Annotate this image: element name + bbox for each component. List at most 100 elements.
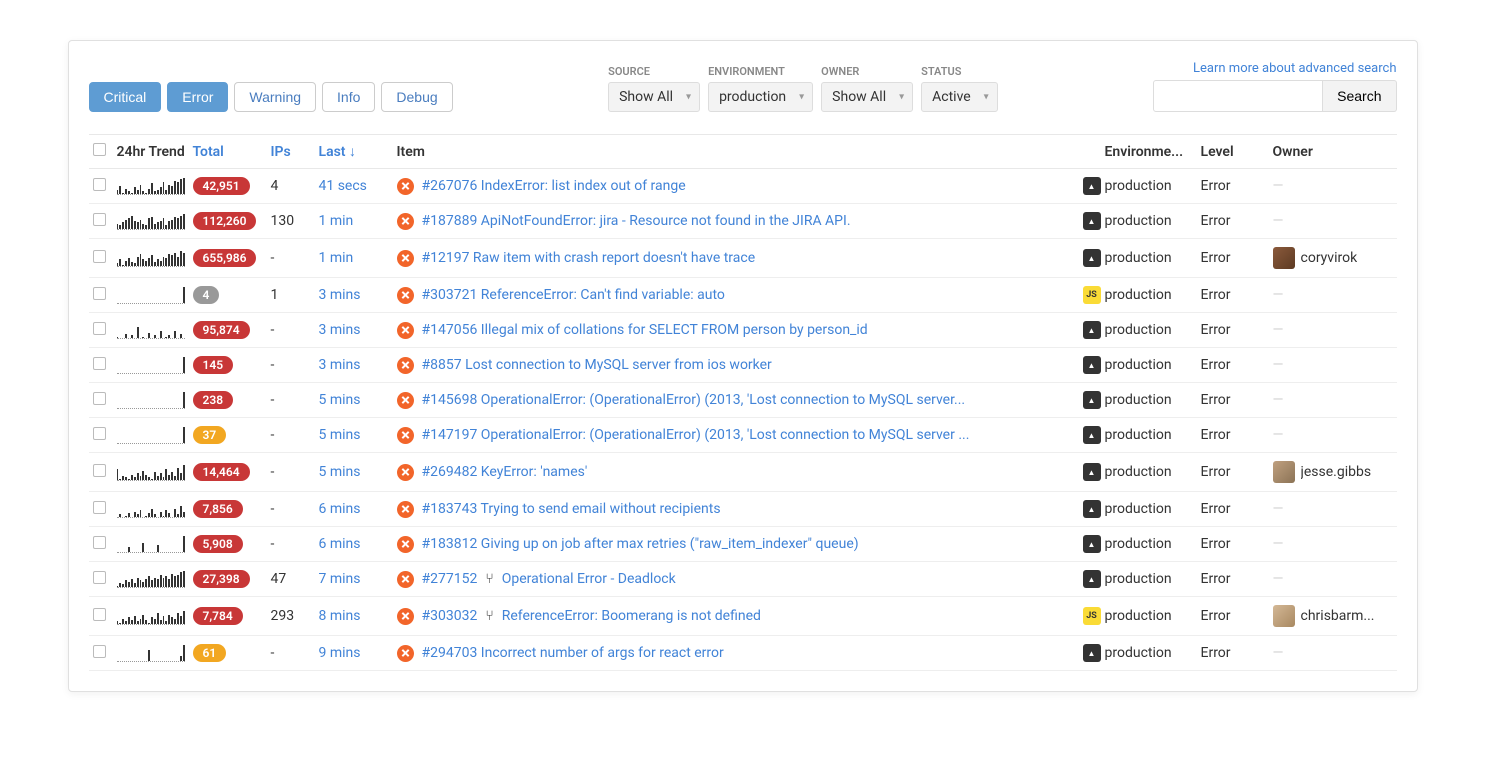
environment-value: production [1105, 608, 1201, 624]
total-badge: 42,951 [193, 177, 250, 195]
error-icon [397, 501, 414, 518]
error-icon [397, 536, 414, 553]
row-checkbox[interactable] [93, 501, 106, 514]
sparkline [117, 321, 185, 339]
owner-cell: — [1273, 571, 1393, 587]
last-seen-link[interactable]: 3 mins [319, 287, 387, 303]
dropdown-filters: SOURCE Show All ENVIRONMENT production O… [608, 65, 998, 112]
last-seen-link[interactable]: 6 mins [319, 501, 387, 517]
last-seen-link[interactable]: 5 mins [319, 464, 387, 480]
error-list-panel: Critical Error Warning Info Debug SOURCE… [68, 40, 1418, 692]
item-id[interactable]: #277152 [422, 571, 478, 587]
no-owner: — [1273, 392, 1284, 408]
search-input[interactable] [1153, 80, 1323, 112]
search-row: Search [1153, 80, 1396, 112]
last-seen-link[interactable]: 3 mins [319, 322, 387, 338]
row-checkbox[interactable] [93, 287, 106, 300]
row-checkbox[interactable] [93, 571, 106, 584]
ips-value: 47 [271, 571, 319, 587]
total-badge: 655,986 [193, 249, 257, 267]
javascript-icon: JS [1083, 286, 1101, 304]
table-row: 61-9 mins#294703 Incorrect number of arg… [89, 636, 1397, 671]
ips-value: 4 [271, 178, 319, 194]
col-ips[interactable]: IPs [271, 144, 319, 160]
no-owner: — [1273, 501, 1284, 517]
filter-warning[interactable]: Warning [234, 82, 316, 112]
ips-value: 293 [271, 608, 319, 624]
col-total[interactable]: Total [193, 144, 271, 160]
col-last[interactable]: Last ↓ [319, 143, 387, 160]
row-checkbox[interactable] [93, 322, 106, 335]
row-checkbox[interactable] [93, 250, 106, 263]
error-icon [397, 392, 414, 409]
last-seen-link[interactable]: 1 min [319, 250, 387, 266]
environment-value: production [1105, 464, 1201, 480]
row-checkbox[interactable] [93, 645, 106, 658]
environment-value: production [1105, 645, 1201, 661]
item-title-link[interactable]: #12197 Raw item with crash report doesn'… [422, 250, 756, 266]
sparkline [117, 535, 185, 553]
filter-debug[interactable]: Debug [381, 82, 452, 112]
filter-error[interactable]: Error [167, 82, 228, 112]
filter-critical[interactable]: Critical [89, 82, 162, 112]
search-area: Learn more about advanced search Search [1153, 61, 1396, 112]
table-row: 42,951 441 secs #267076 IndexError: list i… [89, 169, 1397, 204]
status-dropdown[interactable]: Active [921, 82, 998, 112]
environment-value: production [1105, 287, 1201, 303]
last-seen-link[interactable]: 6 mins [319, 536, 387, 552]
item-title-link[interactable]: #183743 Trying to send email without rec… [422, 501, 721, 517]
row-checkbox[interactable] [93, 536, 106, 549]
owner-cell: — [1273, 178, 1393, 194]
item-id[interactable]: #303032 [422, 608, 478, 624]
item-title-link[interactable]: Operational Error - Deadlock [502, 571, 676, 587]
item-title-link[interactable]: #267076 IndexError: list index out of ra… [422, 178, 686, 194]
no-owner: — [1273, 178, 1284, 194]
item-title-link[interactable]: #145698 OperationalError: (OperationalEr… [422, 392, 966, 408]
filter-info[interactable]: Info [322, 82, 375, 112]
owner-cell: jesse.gibbs [1273, 461, 1393, 483]
ips-value: - [271, 392, 319, 408]
owner-cell: — [1273, 501, 1393, 517]
item-title-link[interactable]: #147056 Illegal mix of collations for SE… [422, 322, 868, 338]
item-title-link[interactable]: #187889 ApiNotFoundError: jira - Resourc… [422, 213, 851, 229]
row-checkbox[interactable] [93, 608, 106, 621]
col-item: Item [387, 144, 1079, 160]
row-checkbox[interactable] [93, 178, 106, 191]
advanced-search-link[interactable]: Learn more about advanced search [1193, 61, 1396, 76]
item-title-link[interactable]: #269482 KeyError: 'names' [422, 464, 588, 480]
no-owner: — [1273, 213, 1284, 229]
last-seen-link[interactable]: 3 mins [319, 357, 387, 373]
last-seen-link[interactable]: 8 mins [319, 608, 387, 624]
row-checkbox[interactable] [93, 464, 106, 477]
owner-cell: — [1273, 427, 1393, 443]
merge-icon: ⑂ [485, 571, 493, 587]
sparkline [117, 570, 185, 588]
item-title-link[interactable]: #147197 OperationalError: (OperationalEr… [422, 427, 970, 443]
sparkline [117, 249, 185, 267]
last-seen-link[interactable]: 5 mins [319, 427, 387, 443]
item-title-link[interactable]: #303721 ReferenceError: Can't find varia… [422, 287, 725, 303]
last-seen-link[interactable]: 9 mins [319, 645, 387, 661]
row-checkbox[interactable] [93, 213, 106, 226]
environment-dropdown[interactable]: production [708, 82, 813, 112]
total-badge: 61 [193, 644, 227, 662]
item-title-link[interactable]: ReferenceError: Boomerang is not defined [502, 608, 761, 624]
platform-icon [1083, 463, 1101, 481]
row-checkbox[interactable] [93, 427, 106, 440]
last-seen-link[interactable]: 7 mins [319, 571, 387, 587]
select-all-checkbox[interactable] [93, 143, 106, 156]
last-seen-link[interactable]: 41 secs [319, 178, 387, 194]
sparkline [117, 426, 185, 444]
item-title-link[interactable]: #8857 Lost connection to MySQL server fr… [422, 357, 772, 373]
platform-icon [1083, 500, 1101, 518]
last-seen-link[interactable]: 1 min [319, 213, 387, 229]
last-seen-link[interactable]: 5 mins [319, 392, 387, 408]
owner-dropdown[interactable]: Show All [821, 82, 913, 112]
platform-icon [1083, 356, 1101, 374]
item-title-link[interactable]: #294703 Incorrect number of args for rea… [422, 645, 724, 661]
search-button[interactable]: Search [1323, 80, 1396, 112]
item-title-link[interactable]: #183812 Giving up on job after max retri… [422, 536, 859, 552]
row-checkbox[interactable] [93, 357, 106, 370]
source-dropdown[interactable]: Show All [608, 82, 700, 112]
row-checkbox[interactable] [93, 392, 106, 405]
